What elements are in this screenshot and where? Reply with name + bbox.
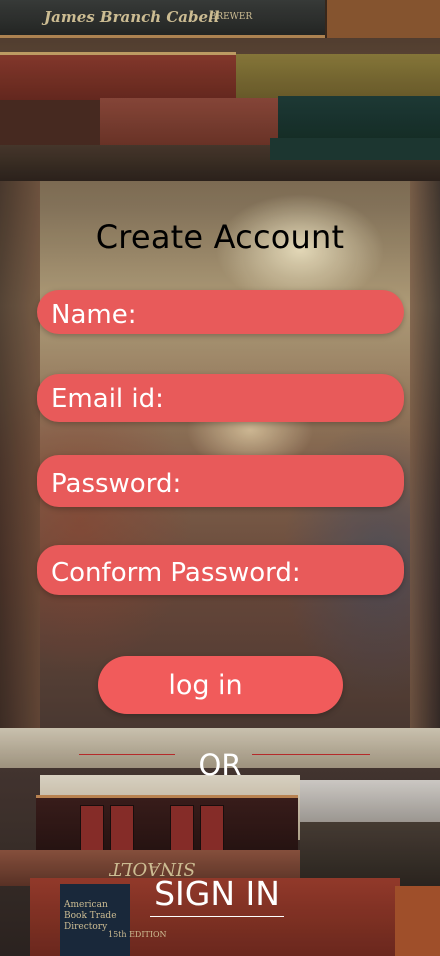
or-separator: OR	[198, 748, 242, 782]
login-button[interactable]: log in	[98, 656, 343, 714]
login-button-label: log in	[168, 669, 243, 701]
name-field[interactable]: Name:	[37, 290, 404, 334]
password-field[interactable]: Password:	[37, 455, 404, 507]
confirm-password-field-label: Conform Password:	[51, 558, 301, 588]
email-field-label: Email id:	[51, 384, 164, 414]
password-field-label: Password:	[51, 469, 182, 499]
confirm-password-field[interactable]: Conform Password:	[37, 545, 404, 595]
page-title: Create Account	[95, 218, 345, 256]
sign-in-link[interactable]: SIGN IN	[150, 874, 284, 917]
name-field-label: Name:	[51, 300, 137, 330]
email-field[interactable]: Email id:	[37, 374, 404, 422]
create-account-screen: James Branch Cabell · BREWER SINAOLT Ame…	[0, 0, 440, 956]
